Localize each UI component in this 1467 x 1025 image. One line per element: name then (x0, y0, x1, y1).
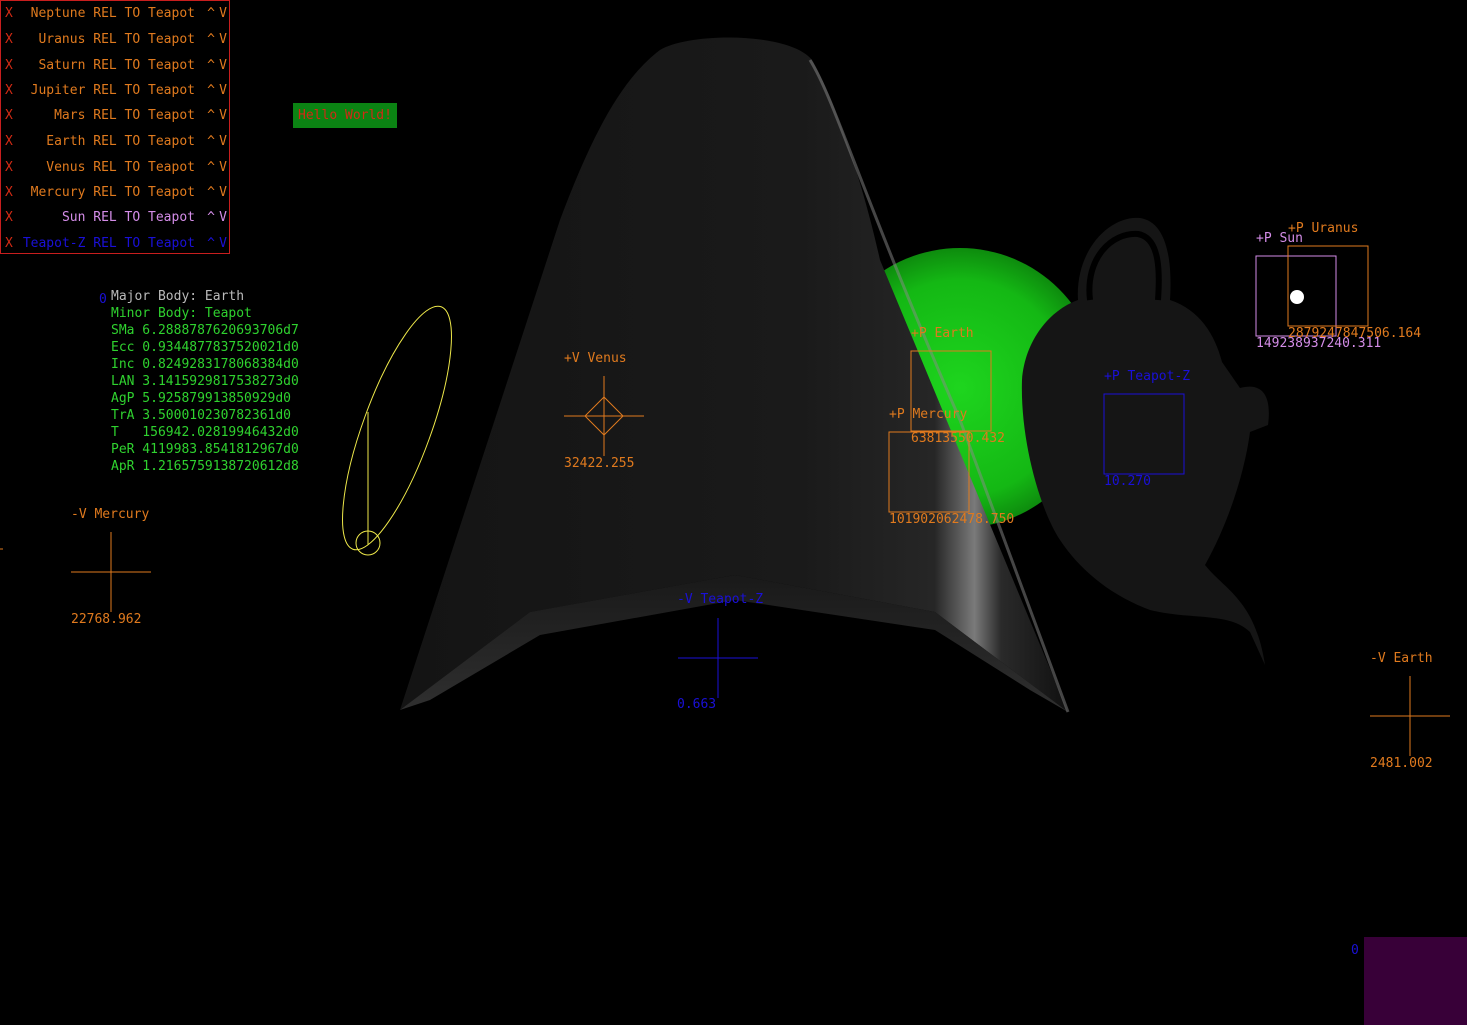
uranus-position-title: +P Uranus (1288, 221, 1359, 236)
move-down-icon[interactable]: V (219, 134, 227, 149)
track-label: Neptune REL TO Teapot (30, 6, 195, 21)
minor-body-label: Minor Body: Teapot (111, 306, 252, 321)
venus-velocity-title: +V Venus (564, 351, 627, 366)
mercury-velocity-marker (71, 532, 151, 612)
track-label: Earth REL TO Teapot (46, 134, 195, 149)
track-label: Uranus REL TO Teapot (38, 32, 195, 47)
track-label: Mercury REL TO Teapot (30, 185, 195, 200)
earth-position-value: 63813550.432 (911, 431, 1005, 446)
move-down-icon[interactable]: V (219, 58, 227, 73)
teapotz-position-title: +P Teapot-Z (1104, 369, 1191, 384)
teapotz-velocity-marker (678, 618, 758, 698)
move-up-icon[interactable]: ^ (207, 236, 215, 251)
track-label: Venus REL TO Teapot (46, 160, 195, 175)
orbit-element-period: T 156942.02819946432d0 (111, 425, 299, 440)
track-row-earth: X Earth REL TO Teapot ^ V (5, 134, 229, 150)
mercury-position-value: 101902062478.750 (889, 512, 1015, 527)
track-label: Teapot-Z REL TO Teapot (22, 236, 195, 251)
track-row-teapot-z: X Teapot-Z REL TO Teapot ^ V (5, 236, 229, 252)
orbit-element-per: PeR 4119983.8541812967d0 (111, 442, 299, 457)
track-row-sun: X Sun REL TO Teapot ^ V (5, 210, 229, 226)
close-icon[interactable]: X (5, 6, 13, 21)
close-icon[interactable]: X (5, 160, 13, 175)
move-up-icon[interactable]: ^ (207, 58, 215, 73)
earth-velocity-marker (1370, 676, 1450, 756)
hello-world-button[interactable]: Hello World! (293, 103, 397, 128)
track-row-mars: X Mars REL TO Teapot ^ V (5, 108, 229, 124)
move-down-icon[interactable]: V (219, 83, 227, 98)
venus-velocity-value: 32422.255 (564, 456, 635, 471)
tracking-panel: X Neptune REL TO Teapot ^ V X Uranus REL… (0, 0, 230, 254)
track-row-uranus: X Uranus REL TO Teapot ^ V (5, 32, 229, 48)
track-row-venus: X Venus REL TO Teapot ^ V (5, 160, 229, 176)
move-up-icon[interactable]: ^ (207, 6, 215, 21)
teapotz-position-value: 10.270 (1104, 474, 1151, 489)
track-label: Saturn REL TO Teapot (38, 58, 195, 73)
orbit-element-lan: LAN 3.1415929817538273d0 (111, 374, 299, 389)
close-icon[interactable]: X (5, 210, 13, 225)
orbit-corner-zero: 0 (99, 292, 107, 307)
close-icon[interactable]: X (5, 236, 13, 251)
move-up-icon[interactable]: ^ (207, 210, 215, 225)
teapot-silhouette (1021, 217, 1269, 665)
uranus-position-value: 2879247847506.164 (1288, 326, 1422, 341)
track-label: Mars REL TO Teapot (54, 108, 195, 123)
move-down-icon[interactable]: V (219, 6, 227, 21)
viewport-3d[interactable]: X Neptune REL TO Teapot ^ V X Uranus REL… (0, 0, 1467, 1025)
track-label: Jupiter REL TO Teapot (30, 83, 195, 98)
close-icon[interactable]: X (5, 108, 13, 123)
sun-dot (1290, 290, 1304, 304)
earth-position-title: +P Earth (911, 326, 974, 341)
move-up-icon[interactable]: ^ (207, 83, 215, 98)
track-row-jupiter: X Jupiter REL TO Teapot ^ V (5, 83, 229, 99)
track-row-mercury: X Mercury REL TO Teapot ^ V (5, 185, 229, 201)
uranus-position-box (1287, 245, 1369, 327)
move-down-icon[interactable]: V (219, 32, 227, 47)
orbit-element-sma: SMa 6.2888787620693706d7 (111, 323, 299, 338)
mini-panel[interactable] (1364, 937, 1467, 1025)
orbit-element-inc: Inc 0.8249283178068384d0 (111, 357, 299, 372)
corner-zero-label: 0 (1351, 943, 1359, 958)
move-up-icon[interactable]: ^ (207, 160, 215, 175)
move-up-icon[interactable]: ^ (207, 32, 215, 47)
mercury-velocity-value: 22768.962 (71, 612, 142, 627)
move-down-icon[interactable]: V (219, 160, 227, 175)
track-label: Sun REL TO Teapot (61, 210, 195, 225)
orbit-path (342, 305, 452, 551)
track-row-neptune: X Neptune REL TO Teapot ^ V (5, 6, 229, 22)
move-down-icon[interactable]: V (219, 210, 227, 225)
close-icon[interactable]: X (5, 134, 13, 149)
orbit-element-agp: AgP 5.925879913850929d0 (111, 391, 292, 406)
move-down-icon[interactable]: V (219, 185, 227, 200)
close-icon[interactable]: X (5, 32, 13, 47)
close-icon[interactable]: X (5, 83, 13, 98)
move-down-icon[interactable]: V (219, 108, 227, 123)
orbit-element-tra: TrA 3.500010230782361d0 (111, 408, 292, 423)
move-up-icon[interactable]: ^ (207, 134, 215, 149)
major-body-label: Major Body: Earth (111, 289, 245, 304)
orbit-element-apr: ApR 1.2165759138720612d8 (111, 459, 299, 474)
orbit-element-ecc: Ecc 0.9344877837520021d0 (111, 340, 299, 355)
teapotz-velocity-title: -V Teapot-Z (677, 592, 764, 607)
mercury-position-title: +P Mercury (889, 407, 968, 422)
close-icon[interactable]: X (5, 185, 13, 200)
move-down-icon[interactable]: V (219, 236, 227, 251)
close-icon[interactable]: X (5, 58, 13, 73)
move-up-icon[interactable]: ^ (207, 108, 215, 123)
track-row-saturn: X Saturn REL TO Teapot ^ V (5, 58, 229, 74)
move-up-icon[interactable]: ^ (207, 185, 215, 200)
teapotz-velocity-value: 0.663 (677, 697, 717, 712)
orbit-info-panel: Major Body: Earth Minor Body: Teapot SMa… (111, 288, 331, 475)
earth-velocity-title: -V Earth (1370, 651, 1433, 666)
earth-velocity-value: 2481.002 (1370, 756, 1433, 771)
mercury-velocity-title: -V Mercury (71, 507, 150, 522)
